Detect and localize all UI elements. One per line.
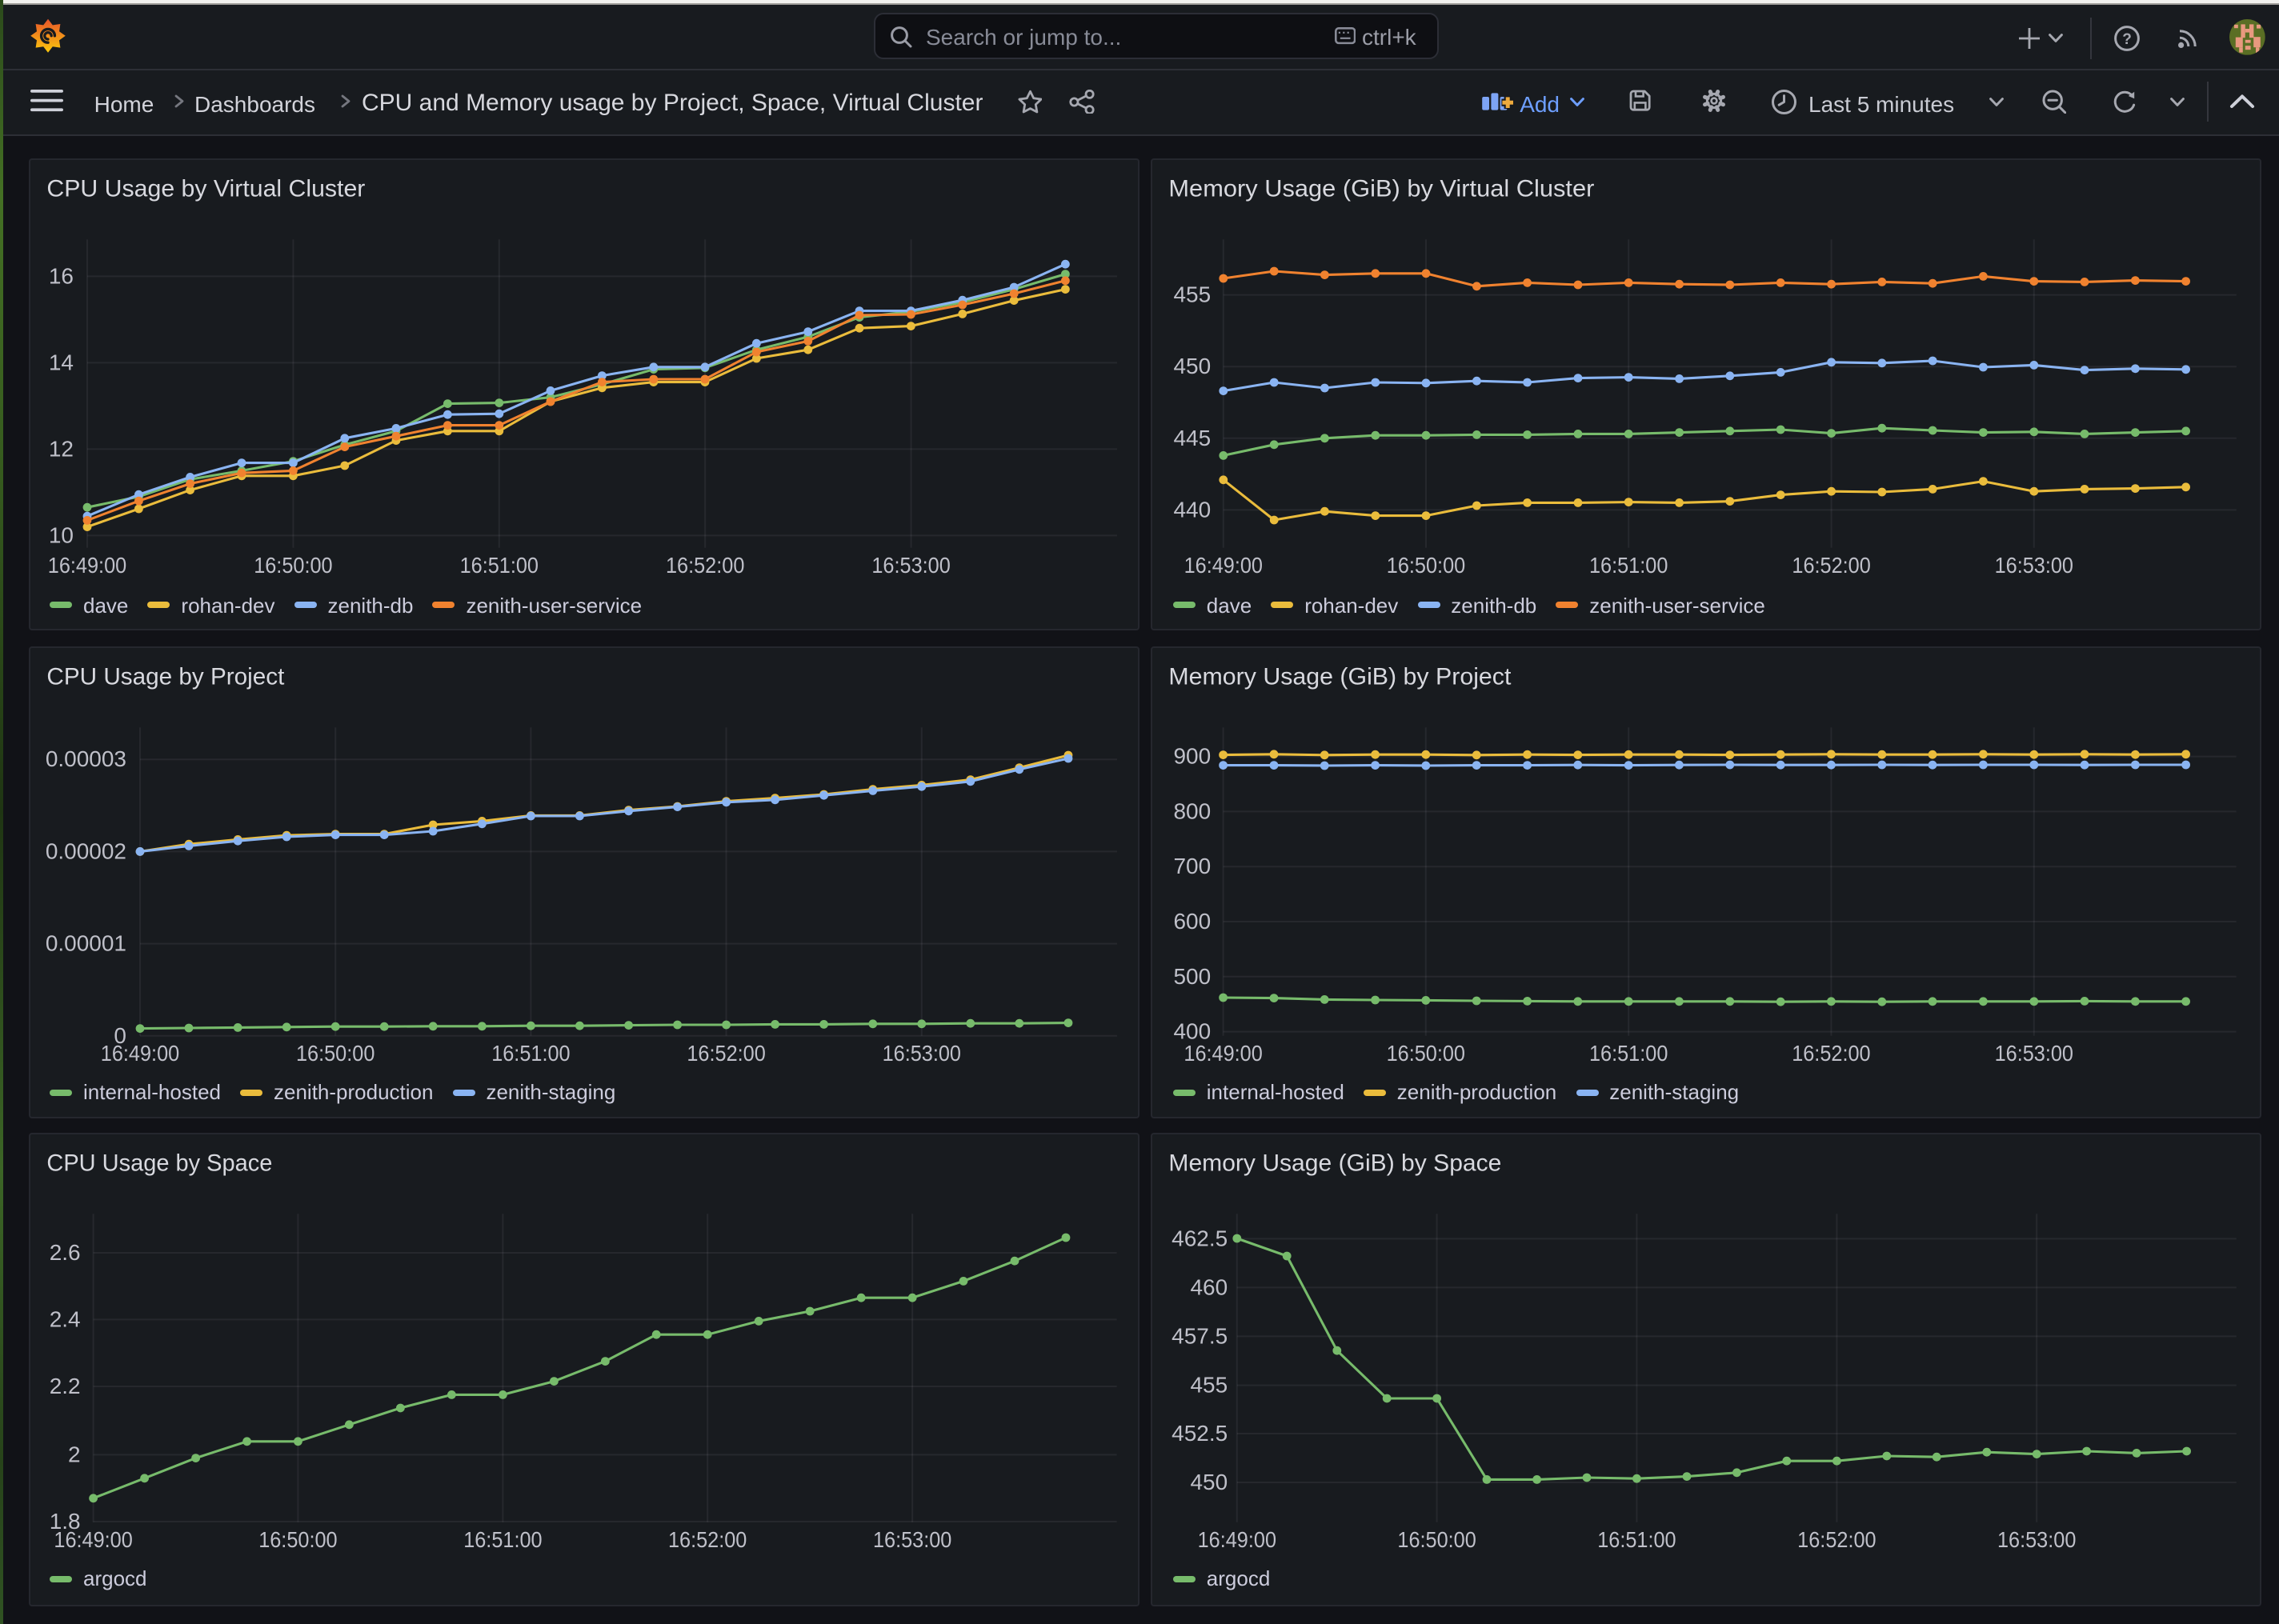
svg-text:14: 14 (48, 350, 73, 375)
svg-text:16:53:00: 16:53:00 (1998, 1527, 2077, 1552)
svg-text:16:51:00: 16:51:00 (491, 1040, 569, 1065)
svg-text:16:52:00: 16:52:00 (1798, 1527, 1876, 1552)
svg-text:?: ? (2121, 30, 2131, 47)
svg-text:16:49:00: 16:49:00 (1184, 1040, 1263, 1065)
svg-text:460: 460 (1191, 1274, 1228, 1299)
svg-text:16:51:00: 16:51:00 (1598, 1527, 1676, 1552)
svg-text:2.6: 2.6 (49, 1240, 80, 1265)
svg-text:Memory Usage (GiB) by Project: Memory Usage (GiB) by Project (1169, 663, 1512, 690)
svg-text:500: 500 (1174, 963, 1212, 988)
svg-text:16:49:00: 16:49:00 (53, 1527, 131, 1552)
svg-text:0.00002: 0.00002 (45, 838, 126, 863)
svg-text:800: 800 (1174, 798, 1212, 823)
svg-text:455: 455 (1191, 1372, 1228, 1397)
svg-text:16:52:00: 16:52:00 (686, 1040, 764, 1065)
svg-text:16:50:00: 16:50:00 (295, 1040, 374, 1065)
svg-text:16:51:00: 16:51:00 (1590, 554, 1668, 578)
svg-text:400: 400 (1174, 1018, 1212, 1043)
svg-text:16: 16 (48, 264, 73, 289)
svg-text:2.2: 2.2 (49, 1374, 80, 1398)
svg-text:16:50:00: 16:50:00 (1388, 554, 1466, 578)
svg-text:457.5: 457.5 (1172, 1323, 1228, 1348)
svg-text:16:50:00: 16:50:00 (253, 554, 331, 578)
svg-text:600: 600 (1174, 908, 1212, 933)
svg-text:16:51:00: 16:51:00 (459, 554, 538, 578)
svg-text:Memory Usage (GiB) by Virtual: Memory Usage (GiB) by Virtual Cluster (1169, 176, 1595, 202)
svg-text:CPU Usage by Virtual Cluster: CPU Usage by Virtual Cluster (46, 176, 364, 202)
svg-text:CPU Usage by Space: CPU Usage by Space (46, 1150, 271, 1176)
svg-text:16:53:00: 16:53:00 (882, 1040, 960, 1065)
svg-text:16:50:00: 16:50:00 (1387, 1040, 1465, 1065)
svg-text:16:49:00: 16:49:00 (1198, 1527, 1276, 1552)
svg-text:16:50:00: 16:50:00 (258, 1527, 336, 1552)
svg-text:450: 450 (1191, 1470, 1228, 1494)
svg-text:440: 440 (1174, 498, 1212, 522)
svg-text:16:49:00: 16:49:00 (47, 554, 126, 578)
svg-text:16:53:00: 16:53:00 (871, 554, 949, 578)
svg-text:0.00003: 0.00003 (45, 746, 126, 771)
svg-text:2: 2 (67, 1442, 80, 1466)
svg-text:700: 700 (1174, 854, 1212, 878)
svg-text:16:53:00: 16:53:00 (872, 1527, 951, 1552)
svg-text:16:53:00: 16:53:00 (1995, 1040, 2073, 1065)
svg-text:16:51:00: 16:51:00 (463, 1527, 541, 1552)
svg-text:16:52:00: 16:52:00 (665, 554, 743, 578)
svg-text:445: 445 (1174, 426, 1212, 450)
svg-text:16:52:00: 16:52:00 (667, 1527, 746, 1552)
svg-text:16:50:00: 16:50:00 (1398, 1527, 1476, 1552)
svg-text:16:49:00: 16:49:00 (100, 1040, 178, 1065)
svg-text:CPU Usage by Project: CPU Usage by Project (46, 663, 284, 690)
svg-text:10: 10 (48, 523, 73, 548)
svg-text:16:52:00: 16:52:00 (1792, 554, 1871, 578)
svg-text:455: 455 (1174, 282, 1212, 307)
svg-text:0.00001: 0.00001 (45, 930, 126, 955)
svg-text:900: 900 (1174, 743, 1212, 768)
svg-text:2.4: 2.4 (49, 1306, 80, 1331)
svg-text:12: 12 (48, 437, 73, 462)
svg-text:16:53:00: 16:53:00 (1995, 554, 2073, 578)
svg-text:Memory Usage (GiB) by Space: Memory Usage (GiB) by Space (1169, 1150, 1502, 1176)
svg-text:450: 450 (1174, 354, 1212, 379)
svg-text:16:49:00: 16:49:00 (1184, 554, 1263, 578)
svg-text:16:52:00: 16:52:00 (1792, 1040, 1871, 1065)
svg-text:16:51:00: 16:51:00 (1590, 1040, 1668, 1065)
svg-text:462.5: 462.5 (1172, 1226, 1228, 1250)
svg-text:452.5: 452.5 (1172, 1421, 1228, 1446)
